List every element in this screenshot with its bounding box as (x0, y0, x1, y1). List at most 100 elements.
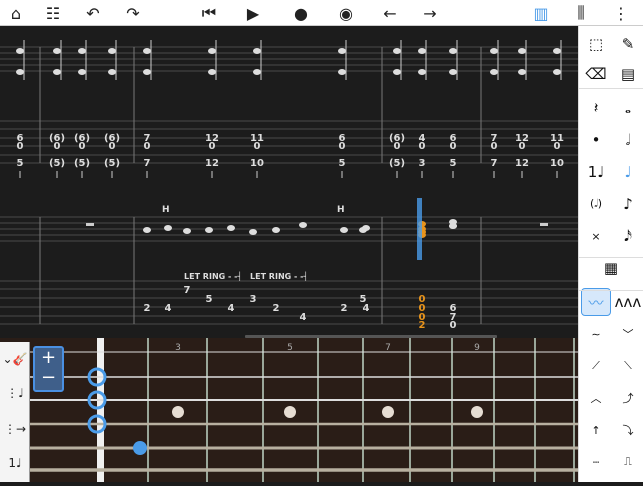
dead-note-tool[interactable]: × (581, 222, 611, 250)
rest (540, 223, 548, 226)
piano-button[interactable]: ▥ (528, 2, 554, 24)
note-head (164, 225, 172, 231)
dot-tool[interactable]: • (581, 126, 611, 154)
tapping-tool[interactable]: ⎍ (613, 448, 643, 476)
tab-note: 5 (450, 158, 457, 169)
whole-note-tool[interactable]: 𝅝 (613, 94, 643, 122)
note-head (338, 48, 346, 54)
tab-note: 0 (450, 141, 457, 152)
mixer-button[interactable]: ⫼ (568, 2, 594, 24)
tab-note: 0 (450, 320, 457, 331)
tab-note: 0 (419, 141, 426, 152)
tab-note: 7 (144, 158, 151, 169)
note-head (272, 227, 280, 233)
tab-note: 5 (17, 158, 24, 169)
tuplet-tool[interactable]: 1♩ (581, 158, 611, 186)
fret-number: 3 (175, 343, 181, 353)
note-head (299, 222, 307, 228)
tuplet-icon[interactable]: 1♩ (2, 448, 28, 478)
note-head (418, 48, 426, 54)
tab-note: 7 (491, 158, 498, 169)
select-tool[interactable]: ⬚ (581, 30, 611, 58)
undo-button[interactable]: ↶ (80, 2, 106, 24)
sixteenth-note-tool[interactable]: 𝅘𝅥𝅯 (613, 222, 643, 250)
tab-note: 0 (394, 141, 401, 152)
strum-icon[interactable]: ⋮→ (2, 414, 28, 444)
bend-tool[interactable]: ︿ (581, 384, 611, 412)
bend-down-tool[interactable]: ﹀ (613, 320, 643, 348)
note-head (16, 69, 24, 75)
let-ring-label: LET RING - -┤ (250, 271, 308, 281)
let-ring-tool[interactable]: ┄ (581, 448, 611, 476)
rest-tool[interactable]: 𝄽 (581, 94, 611, 122)
tab-note: 0 (79, 141, 86, 152)
slide-up-tool[interactable]: ⟋ (581, 352, 611, 380)
guitar-icon[interactable]: ⌄🎸 (2, 344, 28, 374)
note-head (490, 48, 498, 54)
tab-note: 0 (254, 141, 261, 152)
eraser-tool[interactable]: ⌫ (581, 60, 611, 88)
skip-back-button[interactable]: ⏮ (196, 2, 222, 24)
tab-note: 0 (491, 141, 498, 152)
tab-note: (5) (389, 158, 405, 169)
half-note-tool[interactable]: 𝅗𝅥 (613, 126, 643, 154)
let-ring-icon: ┄ (592, 455, 600, 469)
tab-note: 5 (339, 158, 346, 169)
trill-icon: ∼ (591, 327, 601, 341)
tab-note: (5) (104, 158, 120, 169)
note-head (449, 223, 457, 229)
note-head (108, 48, 116, 54)
fretboard[interactable]: 3 5 7 9 (0, 338, 578, 482)
keypad-tool[interactable]: ▦ (596, 254, 626, 282)
note-head (449, 69, 457, 75)
pick-up-tool[interactable]: ↑ (581, 416, 611, 444)
divider (579, 257, 643, 258)
metronome-button[interactable]: ◉ (333, 2, 359, 24)
pencil-tool[interactable]: ✎ (613, 30, 643, 58)
note-head (183, 228, 191, 234)
note-settings-tool[interactable]: ▤ (613, 60, 643, 88)
arrow-right-button[interactable]: → (417, 2, 443, 24)
record-button[interactable]: ● (288, 2, 314, 24)
arrow-left-button[interactable]: ← (377, 2, 403, 24)
quarter-note-icon: ♩ (624, 163, 632, 181)
play-button[interactable]: ▶ (240, 2, 266, 24)
bend-release-tool[interactable]: ⤴ (613, 384, 643, 412)
quarter-note-tool[interactable]: ♩ (613, 158, 643, 186)
note-head (78, 48, 86, 54)
eighth-note-tool[interactable]: ♪ (613, 190, 643, 218)
slide-up-icon: ⟋ (592, 359, 600, 372)
wide-vibrato-tool[interactable]: ʌʌʌ (613, 288, 643, 316)
tab-note: 0 (519, 141, 526, 152)
redo-button[interactable]: ↷ (120, 2, 146, 24)
ghost-note-icon: (𝅗𝅥) (589, 197, 603, 210)
home-button[interactable]: ⌂ (3, 2, 29, 24)
slide-out-tool[interactable]: ⤵ (613, 416, 643, 444)
track-list-button[interactable]: ☷ (40, 2, 66, 24)
note-head (553, 48, 561, 54)
tab-note: 4 (300, 312, 307, 323)
ghost-note-tool[interactable]: (𝅗𝅥) (581, 190, 611, 218)
zoom-in-button[interactable]: + (35, 348, 62, 368)
skip-back-icon: ⏮ (201, 3, 217, 22)
slide-down-tool[interactable]: ⟍ (613, 352, 643, 380)
dot-icon: • (591, 131, 601, 149)
fret-marker (172, 406, 184, 418)
tab-note: 2 (341, 303, 348, 314)
mixer-icon: ⫼ (577, 3, 585, 22)
wide-vibrato-icon: ʌʌʌ (614, 293, 642, 311)
vibrato-tool[interactable]: 〰 (581, 288, 611, 316)
more-button[interactable]: ⋮ (608, 2, 634, 24)
score-view[interactable]: 6 0 5 (6) 0 (5) (6) 0 (5) (6) 0 (5) 7 0 7 12 0 12 11 0 10 6 0 5… (0, 26, 578, 338)
eighth-note-icon: ♪ (623, 195, 633, 213)
play-icon: ▶ (246, 3, 260, 23)
trill-tool[interactable]: ∼ (581, 320, 611, 348)
arrow-left-icon: ← (383, 3, 397, 23)
cursor (417, 198, 422, 260)
pick-up-icon: ↑ (591, 423, 601, 437)
nut (97, 338, 104, 482)
chord-icon[interactable]: ⋮♩ (2, 378, 28, 408)
zoom-out-button[interactable]: − (35, 368, 62, 388)
home-icon: ⌂ (10, 3, 22, 23)
tab-note: 2 (144, 303, 151, 314)
